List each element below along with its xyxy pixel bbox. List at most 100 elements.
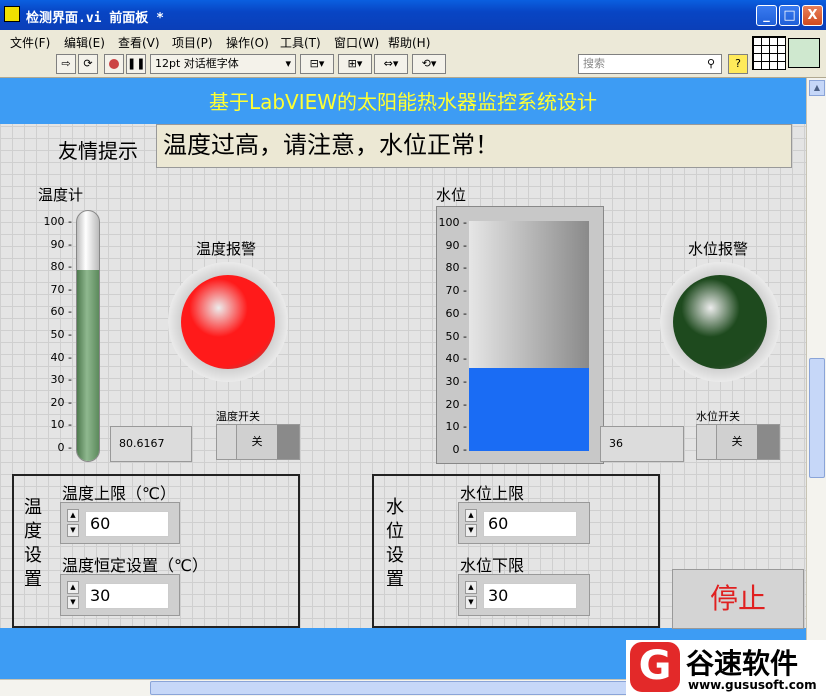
labview-window: 检测界面.vi 前面板 * _ □ X 文件(F) 编辑(E) 查看(V) 项目… [0, 0, 826, 696]
temp-alarm-led [181, 275, 275, 369]
maximize-button[interactable]: □ [779, 5, 800, 26]
tank-fill [469, 368, 589, 451]
temp-switch[interactable]: 关 [216, 424, 300, 460]
tank-tick-label: 40 - [445, 352, 467, 366]
temp-group-title: 温度设置 [24, 497, 42, 590]
water-switch[interactable]: 关 [696, 424, 780, 460]
pause-icon[interactable]: ❚❚ [126, 54, 146, 74]
menu-window[interactable]: 窗口(W) [334, 34, 379, 51]
watermark-name: 谷速软件 [686, 647, 799, 680]
watermark-letter: G [630, 642, 680, 692]
water-lower-control[interactable]: ▲ ▼ 30 [458, 574, 590, 616]
thermometer-tick-label: 100 - [43, 215, 72, 228]
vertical-scroll-thumb[interactable] [809, 358, 825, 478]
water-group-title: 水位设置 [386, 497, 404, 590]
spin-up-icon[interactable]: ▲ [465, 509, 477, 522]
banner-title: 基于LabVIEW的太阳能热水器监控系统设计 [208, 90, 598, 114]
help-icon[interactable]: ? [728, 54, 748, 74]
spinner: ▲ ▼ [67, 509, 79, 539]
thermometer-tick-label: 0 - [57, 441, 72, 454]
spin-down-icon[interactable]: ▼ [465, 524, 477, 537]
temp-upper-label: 温度上限（℃） [62, 484, 176, 503]
tank-body [469, 221, 589, 451]
tank-tick-label: 60 - [445, 306, 467, 320]
scroll-up-icon[interactable]: ▲ [809, 80, 825, 96]
thermometer [76, 210, 100, 462]
connector-pane-icon[interactable] [752, 36, 786, 70]
vi-icon[interactable] [788, 38, 820, 68]
water-upper-input[interactable]: 60 [483, 511, 577, 537]
water-alarm-label: 水位报警 [688, 240, 749, 258]
temp-alarm-label: 温度报警 [196, 240, 257, 258]
thermometer-tick-label: 80 - [50, 260, 72, 274]
menu-file[interactable]: 文件(F) [10, 34, 50, 51]
temp-upper-input[interactable]: 60 [85, 511, 169, 537]
spin-up-icon[interactable]: ▲ [67, 509, 79, 522]
switch-knob [277, 425, 299, 459]
temp-constant-label: 温度恒定设置（℃） [62, 556, 208, 575]
minimize-button[interactable]: _ [756, 5, 777, 26]
spin-up-icon[interactable]: ▲ [67, 581, 79, 594]
temp-constant-input[interactable]: 30 [85, 583, 169, 609]
thermometer-fill [77, 269, 99, 461]
front-panel: 基于LabVIEW的太阳能热水器监控系统设计 友情提示 温度过高，请注意，水位正… [0, 78, 806, 681]
temp-constant-control[interactable]: ▲ ▼ 30 [60, 574, 180, 616]
run-continuous-icon[interactable]: ⟳ [78, 54, 98, 74]
water-upper-control[interactable]: ▲ ▼ 60 [458, 502, 590, 544]
reorder-icon[interactable]: ⟲▾ [412, 54, 446, 74]
thermometer-tick-label: 40 - [50, 350, 72, 364]
tank-tick-label: 100 - [438, 216, 467, 229]
water-switch-text: 关 [717, 425, 757, 459]
tank-tick-label: 90 - [445, 238, 467, 252]
thermometer-tick-label: 50 - [50, 328, 72, 341]
water-tank: 100 - 90 - 80 - 70 - 60 - 50 - 40 - 30 - 20 - 10 … [436, 206, 604, 464]
menu-edit[interactable]: 编辑(E) [64, 34, 105, 51]
close-button[interactable]: X [802, 5, 823, 26]
thermometer-tick-label: 90 - [50, 237, 72, 251]
toolbar: ⇨ ⟳ ❚❚ 12pt 对话框字体 ▾ ⊟▾ ⊞▾ ⇔▾ ⟲▾ 搜索 ⚲ ? [0, 52, 826, 78]
tank-tick-label: 0 - [452, 443, 467, 456]
header-band: 基于LabVIEW的太阳能热水器监控系统设计 [0, 78, 806, 124]
tank-tick-label: 10 - [445, 420, 467, 434]
font-selector[interactable]: 12pt 对话框字体 ▾ [150, 54, 296, 74]
menu-project[interactable]: 项目(P) [172, 34, 213, 51]
abort-icon[interactable] [104, 54, 124, 74]
chevron-down-icon: ▾ [285, 57, 291, 70]
distribute-icon[interactable]: ⊞▾ [338, 54, 372, 74]
switch-knob [757, 425, 779, 459]
align-icon[interactable]: ⊟▾ [300, 54, 334, 74]
menu-help[interactable]: 帮助(H) [388, 34, 430, 51]
spin-down-icon[interactable]: ▼ [67, 524, 79, 537]
water-lower-input[interactable]: 30 [483, 583, 577, 609]
window-title: 检测界面.vi 前面板 * [26, 11, 164, 26]
run-arrow-icon[interactable]: ⇨ [56, 54, 76, 74]
stop-button[interactable]: 停止 [672, 569, 804, 629]
tank-tick-label: 70 - [445, 284, 467, 298]
spin-down-icon[interactable]: ▼ [67, 596, 79, 609]
temp-upper-control[interactable]: ▲ ▼ 60 [60, 502, 180, 544]
temp-switch-label: 温度开关 [216, 410, 260, 423]
thermometer-tick-label: 60 - [50, 305, 72, 319]
vertical-scrollbar[interactable]: ▲ [806, 78, 826, 681]
menu-view[interactable]: 查看(V) [118, 34, 160, 51]
menu-tools[interactable]: 工具(T) [280, 34, 321, 51]
spin-down-icon[interactable]: ▼ [465, 596, 477, 609]
water-lower-label: 水位下限 [460, 556, 525, 575]
thermometer-tick-label: 20 - [50, 395, 72, 409]
search-input[interactable]: 搜索 ⚲ [578, 54, 722, 74]
thermometer-tick-label: 70 - [50, 282, 72, 296]
spin-up-icon[interactable]: ▲ [465, 581, 477, 594]
thermometer-tick-label: 10 - [50, 418, 72, 432]
tank-tick-label: 30 - [445, 374, 467, 388]
horizontal-scroll-thumb[interactable] [150, 681, 670, 695]
tank-tick-label: 80 - [445, 261, 467, 275]
search-icon: ⚲ [706, 57, 715, 70]
water-alarm-led [673, 275, 767, 369]
switch-track [217, 425, 237, 459]
thermometer-tick-label: 30 - [50, 373, 72, 387]
spinner: ▲ ▼ [465, 581, 477, 611]
resize-icon[interactable]: ⇔▾ [374, 54, 408, 74]
temperature-readout: 80.6167 [110, 426, 192, 462]
menu-operate[interactable]: 操作(O) [226, 34, 269, 51]
temp-switch-text: 关 [237, 425, 277, 459]
